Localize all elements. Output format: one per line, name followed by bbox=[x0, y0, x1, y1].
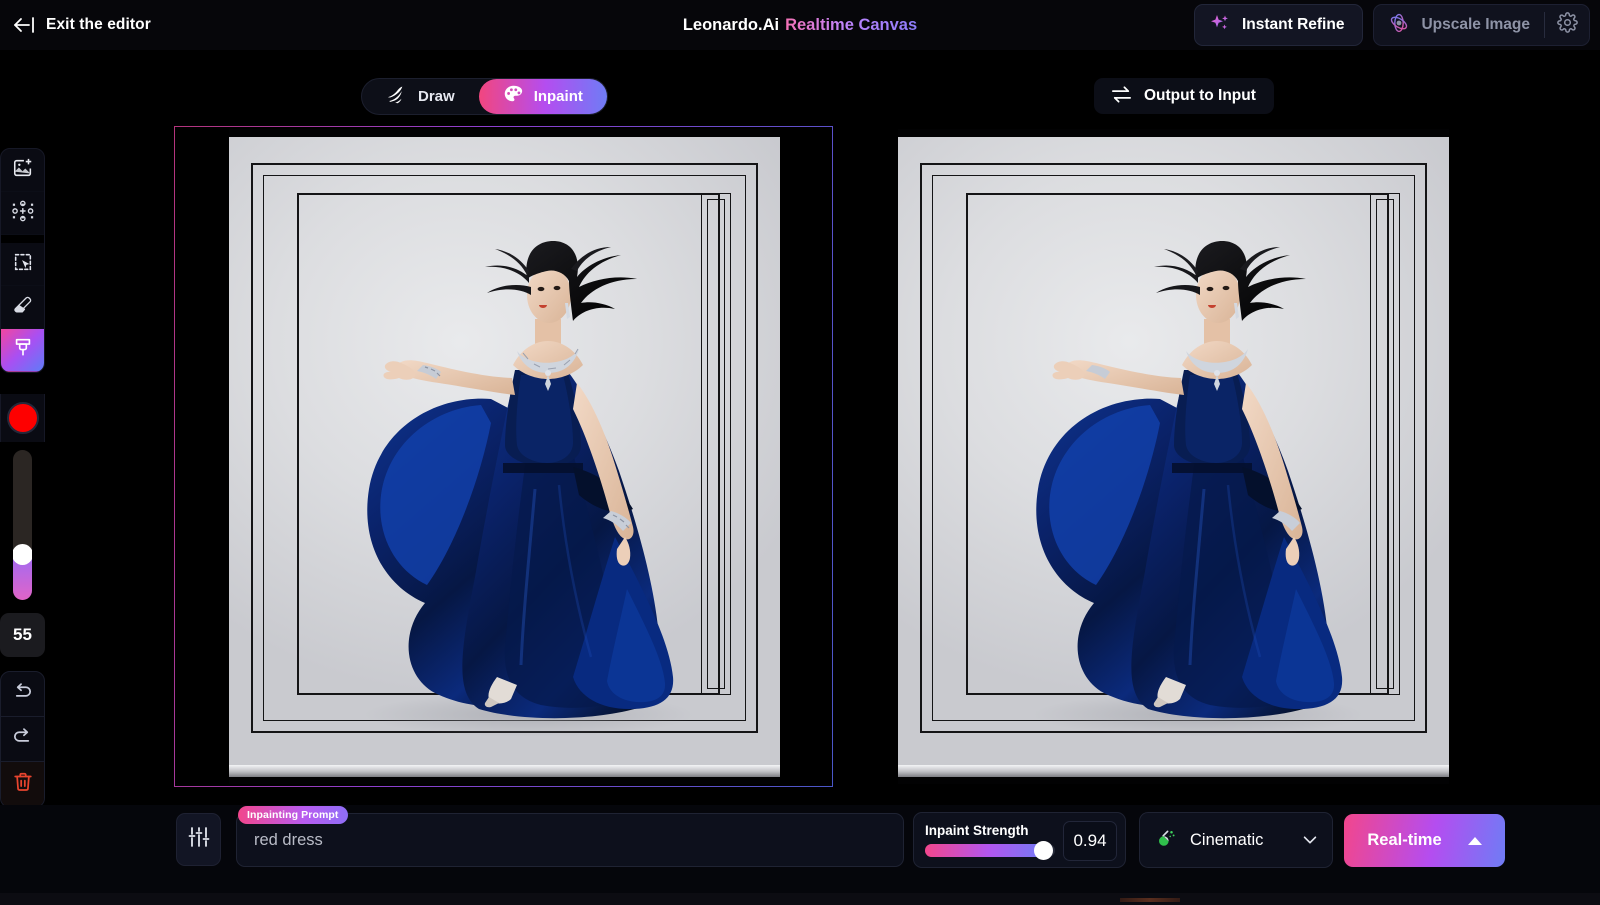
eraser-icon bbox=[11, 293, 34, 321]
style-dropdown[interactable]: Cinematic bbox=[1139, 812, 1333, 868]
image-plus-icon bbox=[12, 157, 34, 184]
artwork-bottom-rail bbox=[898, 765, 1449, 777]
undo-button[interactable] bbox=[1, 672, 44, 717]
exit-editor-label: Exit the editor bbox=[46, 16, 151, 33]
pattern-tool[interactable] bbox=[1, 192, 44, 235]
tool-rail bbox=[0, 148, 45, 373]
figure-illustration bbox=[1033, 241, 1363, 737]
gear-icon bbox=[1556, 12, 1578, 38]
realtime-button[interactable]: Real-time bbox=[1344, 814, 1505, 867]
dots-grid-plus-icon bbox=[11, 200, 35, 227]
brush-tool[interactable] bbox=[1, 329, 44, 372]
adjustments-button[interactable] bbox=[176, 813, 221, 866]
caret-up-icon bbox=[1467, 836, 1482, 845]
redo-button[interactable] bbox=[1, 717, 44, 762]
swap-arrows-icon bbox=[1110, 85, 1133, 108]
instant-refine-label: Instant Refine bbox=[1241, 16, 1345, 33]
palette-icon bbox=[503, 84, 524, 110]
upscale-image-label: Upscale Image bbox=[1421, 16, 1530, 33]
brush-size-value: 55 bbox=[0, 613, 45, 657]
output-to-input-button[interactable]: Output to Input bbox=[1094, 78, 1274, 114]
inpaint-strength-fill bbox=[925, 844, 1047, 857]
mode-toggle: Draw Inpaint bbox=[361, 78, 608, 115]
redo-arrow-icon bbox=[11, 727, 34, 752]
upscale-image-button[interactable]: Upscale Image bbox=[1374, 5, 1544, 45]
sparkles-icon bbox=[1209, 12, 1231, 39]
inpaint-strength-control: Inpaint Strength 0.94 bbox=[913, 812, 1126, 868]
product-name: Realtime Canvas bbox=[785, 15, 918, 34]
select-tool[interactable] bbox=[1, 243, 44, 286]
add-image-tool[interactable] bbox=[1, 149, 44, 192]
delete-button[interactable] bbox=[1, 762, 44, 807]
settings-button[interactable] bbox=[1545, 5, 1589, 45]
inpaint-strength-left: Inpaint Strength bbox=[914, 823, 1056, 860]
brush-size-slider[interactable] bbox=[13, 450, 32, 600]
rail-separator bbox=[1, 235, 44, 243]
tab-inpaint[interactable]: Inpaint bbox=[478, 79, 607, 114]
brush-size-knob[interactable] bbox=[13, 544, 32, 565]
instant-refine-button[interactable]: Instant Refine bbox=[1193, 4, 1364, 46]
top-bar: Exit the editor Leonardo.Ai Realtime Can… bbox=[0, 0, 1600, 50]
exit-editor-button[interactable]: Exit the editor bbox=[12, 0, 151, 50]
chevron-down-icon bbox=[1301, 831, 1319, 849]
flask-icon bbox=[1154, 828, 1178, 852]
arrow-left-bar-icon bbox=[12, 15, 36, 35]
brush-color-swatch[interactable] bbox=[6, 402, 39, 434]
atom-icon bbox=[1387, 11, 1411, 40]
output-artwork bbox=[898, 129, 1449, 784]
realtime-canvas-app: Exit the editor Leonardo.Ai Realtime Can… bbox=[0, 0, 1600, 905]
input-canvas[interactable] bbox=[174, 126, 833, 787]
output-canvas[interactable] bbox=[893, 126, 1454, 787]
inpainting-prompt-badge: Inpainting Prompt bbox=[238, 806, 348, 824]
realtime-label: Real-time bbox=[1367, 831, 1442, 849]
inpaint-strength-knob[interactable] bbox=[1034, 841, 1053, 860]
eraser-tool[interactable] bbox=[1, 286, 44, 329]
footer-accent bbox=[1120, 898, 1180, 902]
tab-draw-label: Draw bbox=[418, 88, 455, 105]
tab-inpaint-label: Inpaint bbox=[533, 88, 583, 105]
output-to-input-label: Output to Input bbox=[1144, 87, 1256, 104]
tab-draw[interactable]: Draw bbox=[362, 79, 479, 114]
undo-arrow-icon bbox=[11, 682, 34, 707]
input-artwork bbox=[229, 129, 780, 784]
style-value: Cinematic bbox=[1190, 830, 1264, 849]
upscale-group: Upscale Image bbox=[1373, 4, 1590, 46]
inpaint-strength-label: Inpaint Strength bbox=[925, 823, 1029, 838]
inpaint-strength-value: 0.94 bbox=[1073, 831, 1107, 850]
trash-icon bbox=[12, 771, 34, 798]
brush-stroke-icon bbox=[386, 85, 408, 109]
paintbrush-icon bbox=[12, 336, 34, 364]
figure-illustration bbox=[364, 241, 694, 737]
top-bar-actions: Instant Refine Upscale Image bbox=[1193, 0, 1590, 50]
history-rail bbox=[0, 671, 45, 808]
marquee-cursor-icon bbox=[12, 251, 34, 278]
artwork-bottom-rail bbox=[229, 765, 780, 777]
brand-name: Leonardo.Ai bbox=[682, 15, 780, 34]
inpaint-strength-value-box[interactable]: 0.94 bbox=[1063, 821, 1117, 861]
footer-strip bbox=[0, 893, 1600, 905]
sliders-icon bbox=[187, 825, 211, 854]
inpaint-strength-slider[interactable] bbox=[925, 841, 1055, 860]
color-swatch-wrap bbox=[0, 394, 45, 442]
inpainting-prompt-value: red dress bbox=[254, 830, 323, 849]
